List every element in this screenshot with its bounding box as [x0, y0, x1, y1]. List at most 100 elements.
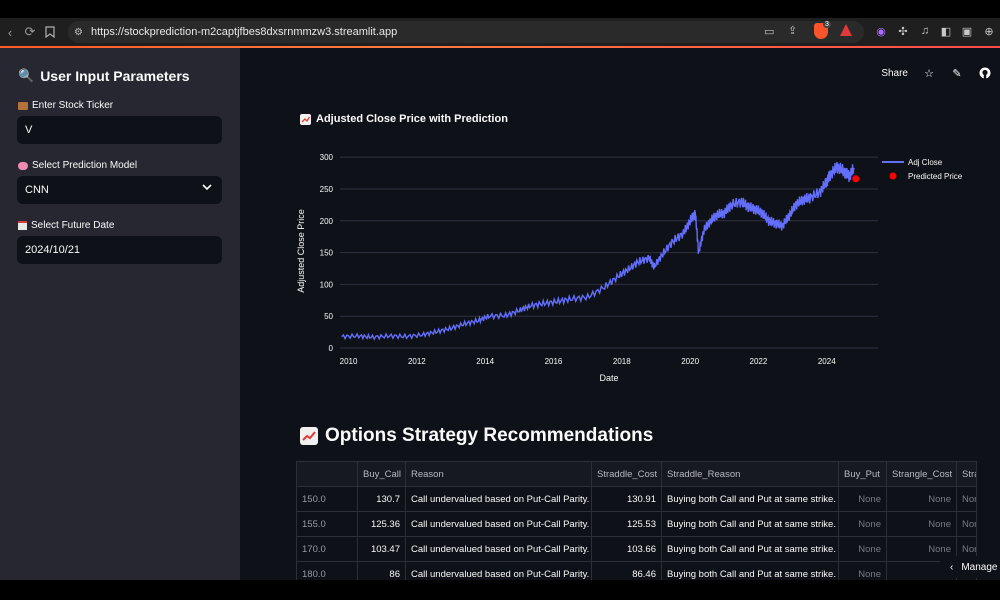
y-axis-label: Adjusted Close Price	[296, 209, 306, 293]
os-bottom-bar	[0, 580, 1000, 600]
extension-icon-1[interactable]: ◉	[872, 22, 890, 40]
y-tick-label: 50	[324, 312, 333, 321]
table-cell: 103.66	[591, 536, 662, 562]
table-cell: Call undervalued based on Put-Call Parit…	[405, 561, 592, 580]
x-tick-label: 2024	[818, 357, 836, 366]
y-tick-label: 0	[329, 344, 334, 353]
url-text: https://stockprediction-m2captjfbes8dxsr…	[90, 26, 398, 38]
edit-icon[interactable]: ✎	[950, 66, 964, 80]
table-header-cell[interactable]: Stra	[956, 461, 977, 487]
legend-label-predicted[interactable]: Predicted Price	[908, 172, 963, 181]
y-tick-label: 300	[320, 153, 334, 162]
table-cell: 130.91	[591, 486, 662, 512]
shield-badge: 3	[823, 21, 831, 28]
chart-increasing-icon	[300, 113, 311, 125]
table-cell: 150.0	[296, 486, 358, 512]
x-tick-label: 2014	[476, 357, 494, 366]
table-cell: None	[838, 536, 887, 562]
table-row[interactable]: 180.0 86 Call undervalued based on Put-Cal…	[296, 561, 977, 580]
manage-app-button[interactable]: ‹ Manage	[940, 556, 1000, 578]
chart-title-text: Adjusted Close Price with Prediction	[316, 113, 508, 125]
table-cell: Call undervalued based on Put-Call Parit…	[405, 536, 592, 562]
back-icon[interactable]: ‹	[0, 22, 20, 42]
site-settings-icon[interactable]: ⚙	[74, 27, 83, 38]
date-input[interactable]: 2024/10/21	[17, 236, 222, 264]
table-cell: 130.7	[357, 486, 406, 512]
table-cell: 125.36	[357, 511, 406, 537]
model-value: CNN	[25, 184, 49, 196]
chevron-left-icon: ‹	[950, 561, 954, 573]
table-cell: 170.0	[296, 536, 358, 562]
browser-toolbar: ‹ ⟳ ⚙ https://stockprediction-m2captjfbe…	[0, 18, 1000, 46]
cast-icon[interactable]: ▭	[764, 25, 774, 38]
table-header-cell[interactable]: Straddle_Reason	[661, 461, 839, 487]
y-tick-label: 200	[320, 217, 334, 226]
table-row[interactable]: 155.0 125.36 Call undervalued based on Put…	[296, 511, 977, 537]
table-header-cell[interactable]	[296, 461, 358, 487]
y-tick-label: 100	[320, 280, 334, 289]
model-select[interactable]: CNN	[17, 176, 222, 204]
table-header-cell[interactable]: Strangle_Cost	[886, 461, 957, 487]
sidebar-toggle-icon[interactable]: ◧	[937, 22, 955, 40]
calendar-icon	[18, 221, 27, 230]
x-tick-label: 2020	[681, 357, 699, 366]
chevron-down-icon	[202, 183, 212, 194]
y-tick-label: 250	[320, 185, 334, 194]
table-cell: 86	[357, 561, 406, 580]
table-header-row: Buy_Call Reason Straddle_Cost Straddle_Reas…	[296, 461, 977, 487]
options-title-text: Options Strategy Recommendations	[325, 425, 654, 446]
table-cell: Call undervalued based on Put-Call Parit…	[405, 486, 592, 512]
predicted-price-point[interactable]	[852, 175, 860, 183]
table-header-cell[interactable]: Reason	[405, 461, 592, 487]
vpn-icon[interactable]: ⊕	[980, 22, 998, 40]
x-axis-label: Date	[599, 373, 618, 383]
table-cell: Call undervalued based on Put-Call Parit…	[405, 511, 592, 537]
options-section-title: Options Strategy Recommendations	[300, 425, 653, 447]
table-cell: Buying both Call and Put at same strike.	[661, 561, 839, 580]
x-tick-label: 2012	[408, 357, 426, 366]
table-cell: 86.46	[591, 561, 662, 580]
model-label: Select Prediction Model	[18, 160, 137, 171]
manage-label: Manage	[961, 561, 998, 573]
table-cell: Buying both Call and Put at same strike.	[661, 536, 839, 562]
bookmark-icon[interactable]	[40, 22, 60, 42]
date-label: Select Future Date	[18, 220, 114, 231]
rewards-icon[interactable]	[840, 24, 852, 36]
table-cell: Non	[956, 486, 977, 512]
table-cell: Non	[956, 511, 977, 537]
media-icon[interactable]: ♫	[916, 22, 934, 40]
table-header-cell[interactable]: Straddle_Cost	[591, 461, 662, 487]
share-button[interactable]: Share	[881, 68, 908, 79]
screen: ‹ ⟳ ⚙ https://stockprediction-m2captjfbe…	[0, 0, 1000, 600]
legend-label-adj-close[interactable]: Adj Close	[908, 158, 943, 167]
reload-icon[interactable]: ⟳	[20, 22, 40, 42]
ticker-value: V	[25, 124, 33, 136]
address-bar[interactable]: ⚙ https://stockprediction-m2captjfbes8dx…	[68, 21, 864, 43]
extensions-puzzle-icon[interactable]: ✣	[894, 22, 912, 40]
table-row[interactable]: 170.0 103.47 Call undervalued based on Put…	[296, 536, 977, 562]
table-cell: 125.53	[591, 511, 662, 537]
y-tick-label: 150	[320, 249, 334, 258]
table-cell: None	[886, 511, 957, 537]
chart-increasing-icon	[300, 427, 318, 445]
ticker-input[interactable]: V	[17, 116, 222, 144]
star-icon[interactable]: ☆	[922, 66, 936, 80]
table-header-cell[interactable]: Buy_Put	[838, 461, 887, 487]
main-content: Share ☆ ✎ Adjusted Close Price with Pred…	[240, 48, 1000, 580]
price-chart[interactable]: 0 50 100 150 200 250 300 2010 2012 2014 2016 2018 20…	[290, 148, 990, 393]
x-tick-label: 2018	[613, 357, 631, 366]
table-row[interactable]: 150.0 130.7 Call undervalued based on Put-…	[296, 486, 977, 512]
table-cell: 103.47	[357, 536, 406, 562]
briefcase-icon	[18, 101, 28, 110]
brain-icon	[18, 161, 28, 170]
options-table[interactable]: Buy_Call Reason Straddle_Cost Straddle_Reas…	[296, 461, 977, 580]
sidebar-title-text: User Input Parameters	[40, 68, 190, 84]
magnifier-icon: 🔍	[18, 68, 35, 83]
table-cell: None	[886, 486, 957, 512]
ticker-label-text: Enter Stock Ticker	[32, 100, 114, 111]
share-page-icon[interactable]: ⇪	[788, 24, 797, 37]
github-icon[interactable]	[978, 66, 992, 80]
wallet-icon[interactable]: ▣	[958, 22, 976, 40]
table-header-cell[interactable]: Buy_Call	[357, 461, 406, 487]
date-value: 2024/10/21	[25, 244, 81, 256]
